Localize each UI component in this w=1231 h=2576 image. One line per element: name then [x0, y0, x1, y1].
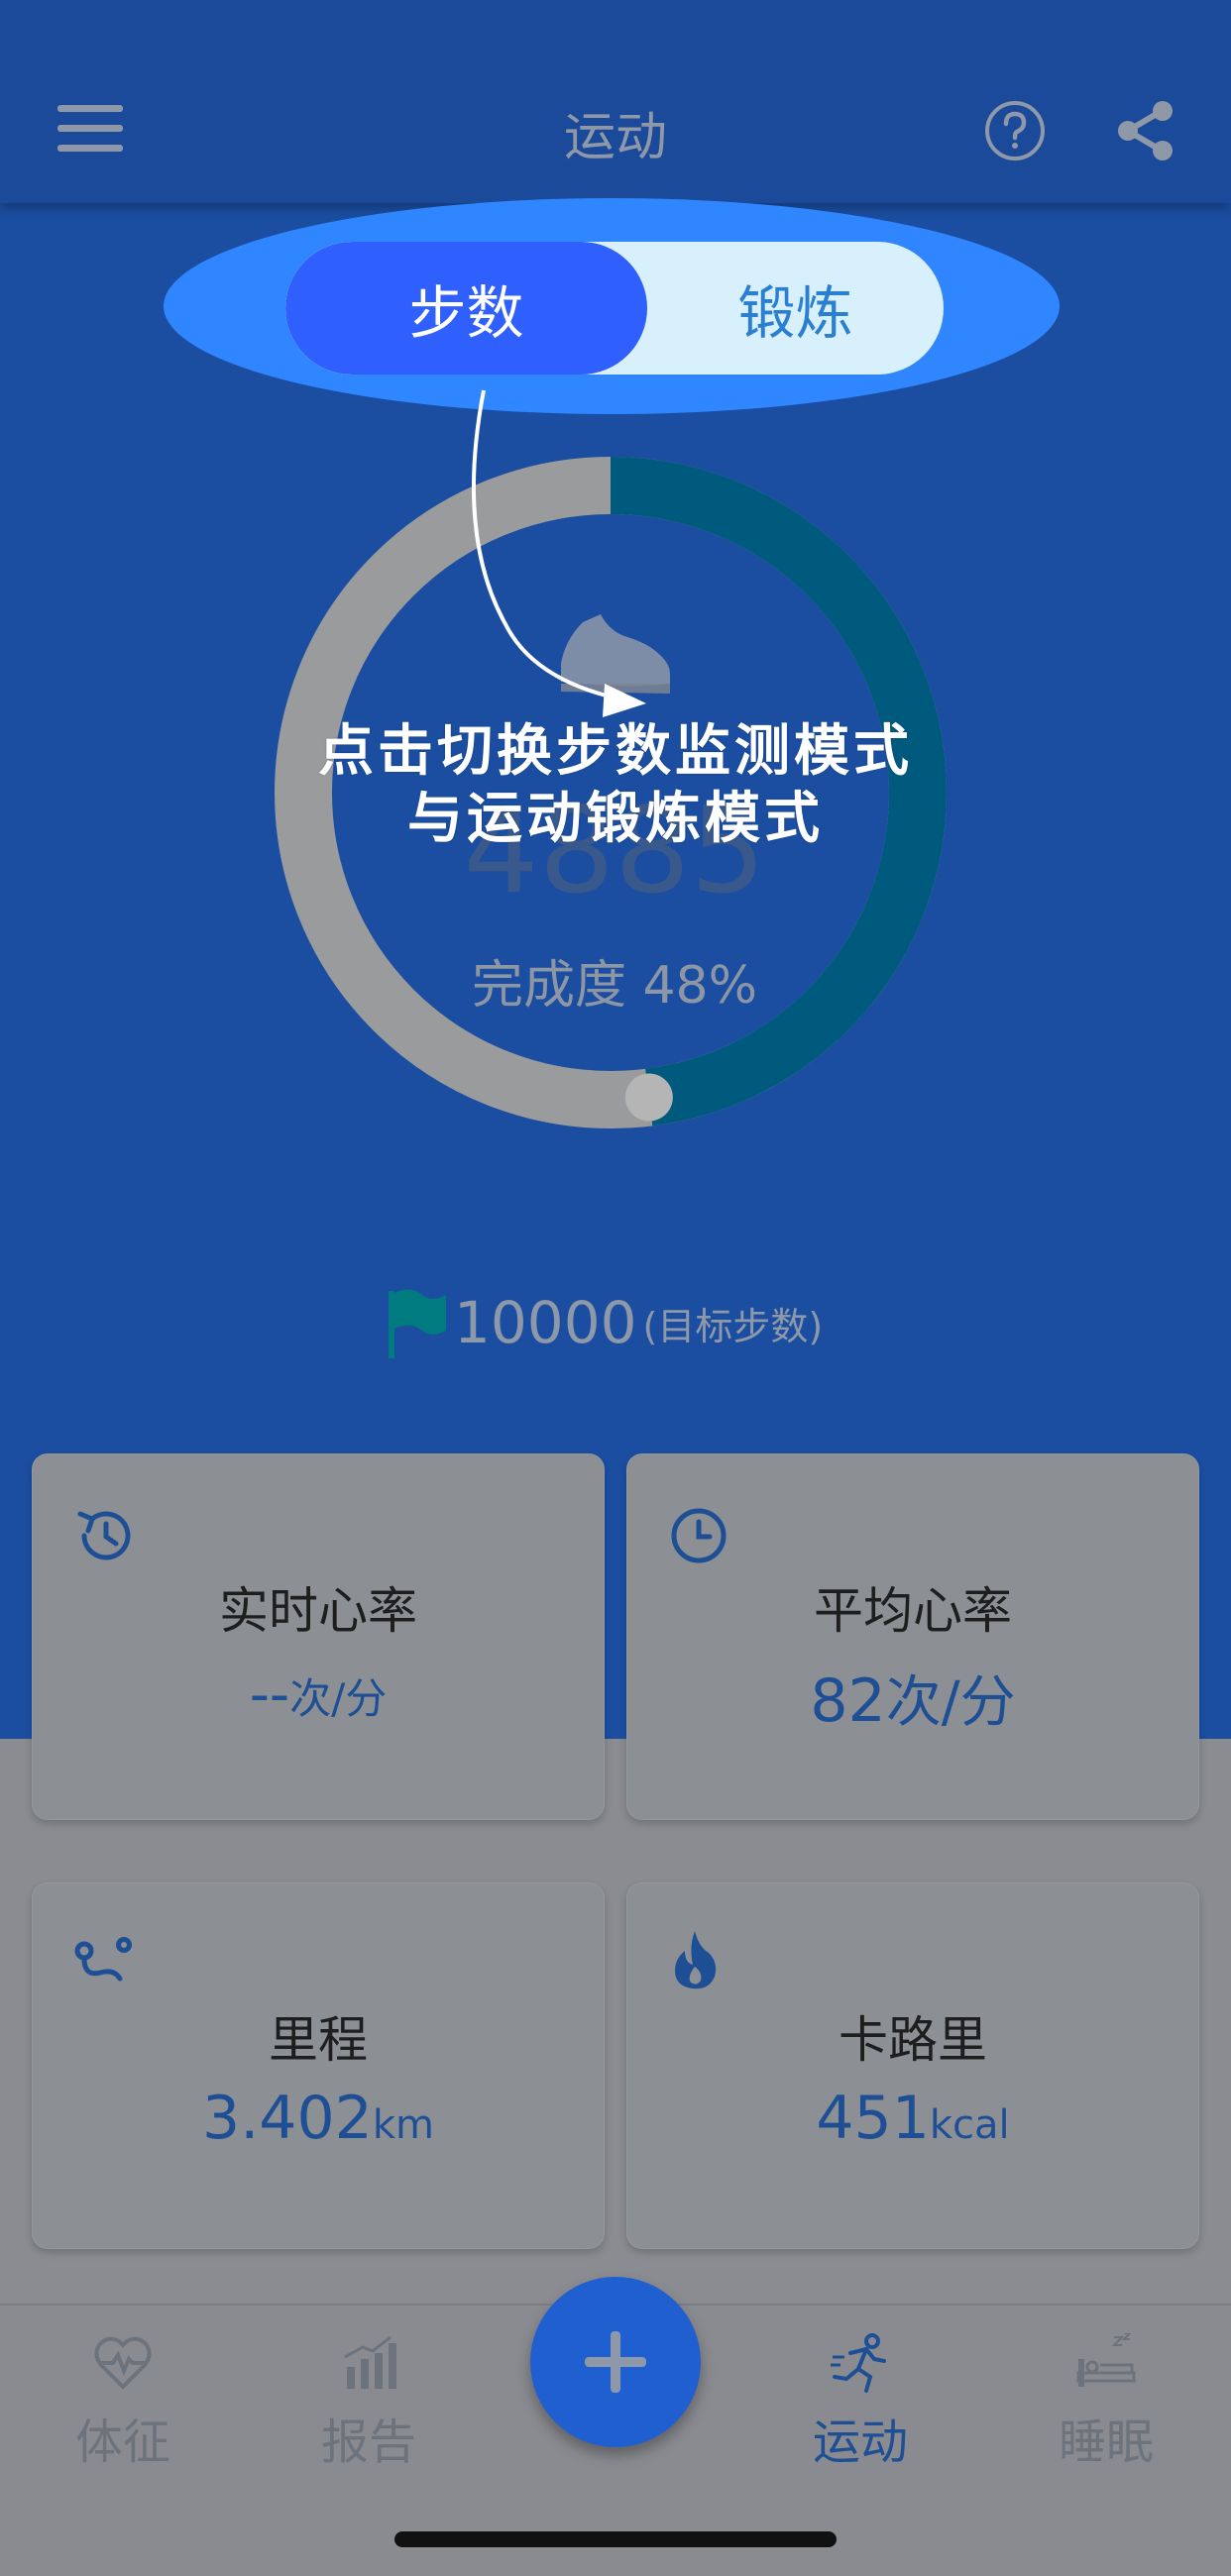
tab-label: 报告	[320, 2415, 416, 2470]
flag-icon	[389, 1289, 446, 1358]
menu-icon[interactable]	[56, 99, 125, 159]
clock-icon	[671, 1508, 727, 1563]
mode-toggle[interactable]: 步数 锻炼	[285, 242, 944, 375]
history-icon	[77, 1511, 131, 1560]
route-icon	[74, 1937, 132, 1982]
goal-label: (目标步数)	[642, 1304, 824, 1348]
card-value: --次/分	[249, 1663, 388, 1727]
tab-steps[interactable]: 步数	[285, 242, 647, 375]
progress-knob	[624, 1073, 673, 1122]
step-goal: 10000 (目标步数)	[387, 1283, 942, 1362]
help-icon[interactable]	[983, 99, 1047, 162]
card-title: 实时心率	[219, 1582, 417, 1640]
tab-sleep[interactable]: 睡眠	[1007, 2333, 1205, 2472]
tab-workout[interactable]: 锻炼	[647, 242, 944, 375]
card-title: 卡路里	[839, 2011, 987, 2069]
tab-report[interactable]: 报告	[270, 2333, 468, 2472]
goal-value: 10000	[454, 1289, 637, 1356]
plus-icon	[585, 2331, 646, 2393]
calories-card[interactable]: 卡路里 451kcal	[626, 1882, 1199, 2249]
card-title: 平均心率	[814, 1582, 1012, 1640]
hint-line-2: 与运动锻炼模式	[407, 787, 824, 851]
flame-icon	[675, 1931, 717, 1989]
tab-exercise[interactable]: 运动	[761, 2333, 959, 2472]
completion-label: 完成度 48%	[471, 956, 758, 1016]
realtime-heart-rate-card[interactable]: 实时心率 --次/分	[32, 1453, 605, 1820]
bed-icon	[1076, 2333, 1136, 2387]
bar-chart-icon	[344, 2335, 396, 2389]
card-value: 82次/分	[810, 1666, 1016, 1736]
hint-line-1: 点击切换步数监测模式	[318, 719, 913, 784]
running-icon	[831, 2333, 886, 2393]
card-title: 里程	[269, 2011, 368, 2069]
share-icon[interactable]	[1114, 99, 1177, 162]
tab-label: 睡眠	[1058, 2415, 1154, 2470]
hint-arrow-icon	[471, 389, 646, 717]
add-button[interactable]	[530, 2277, 701, 2447]
tab-vitals[interactable]: 体征	[24, 2333, 222, 2472]
card-value: 451kcal	[816, 2084, 1010, 2153]
page-title: 运动	[563, 108, 667, 167]
tab-label: 运动	[812, 2415, 908, 2470]
average-heart-rate-card[interactable]: 平均心率 82次/分	[626, 1453, 1199, 1820]
tab-label: 体征	[74, 2415, 170, 2470]
home-indicator	[394, 2531, 837, 2547]
tutorial-hint: 点击切换步数监测模式 与运动锻炼模式	[248, 718, 983, 853]
heart-pulse-icon	[94, 2336, 152, 2390]
card-value: 3.402km	[202, 2084, 434, 2153]
distance-card[interactable]: 里程 3.402km	[32, 1882, 605, 2249]
